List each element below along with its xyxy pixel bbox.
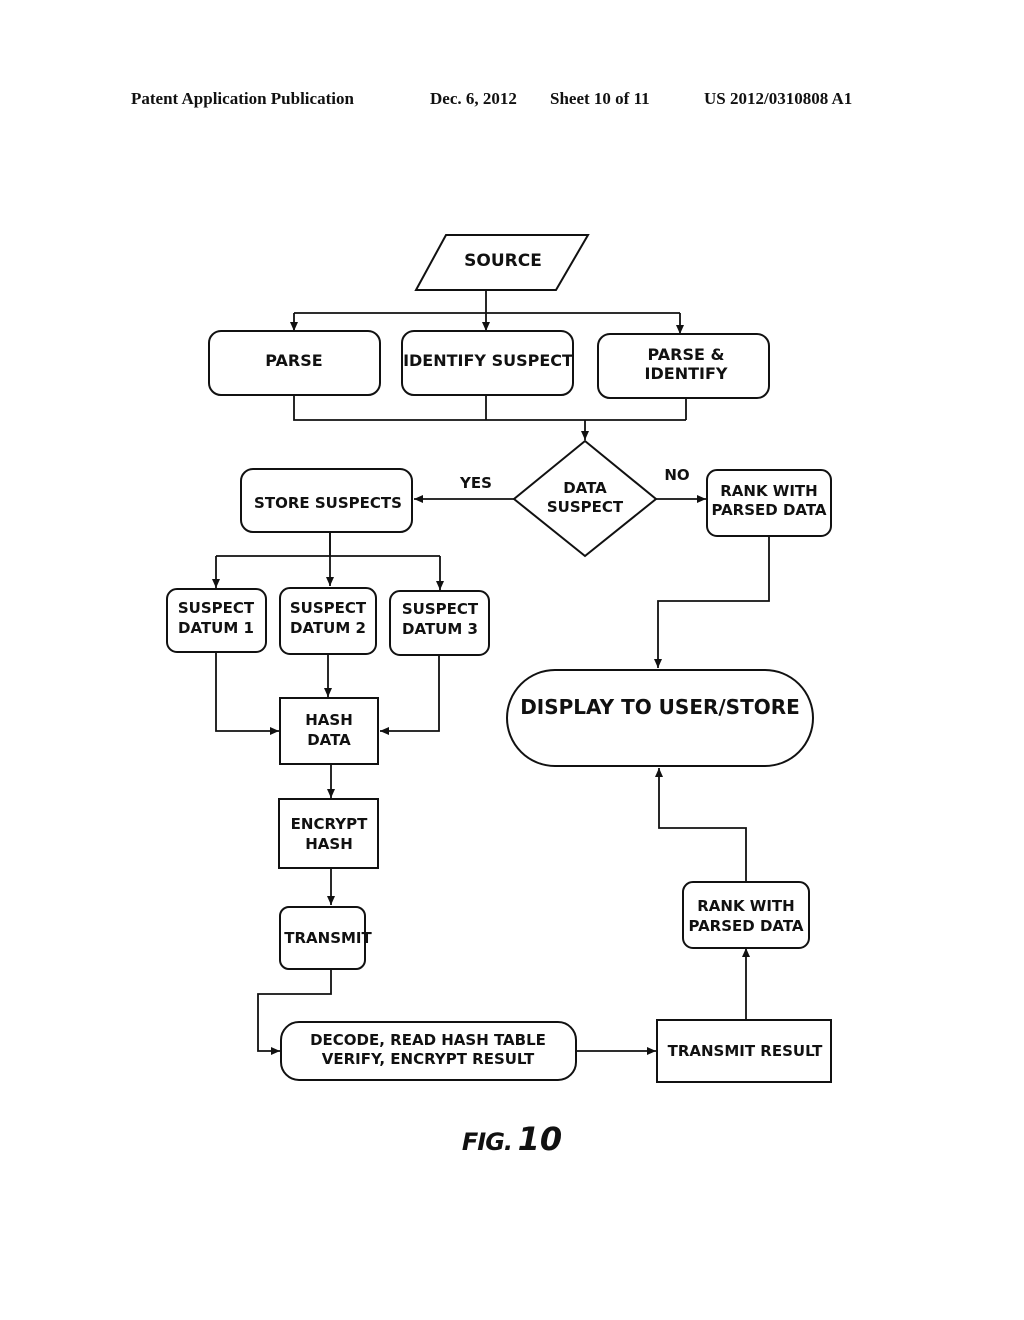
node-encrypt-hash-label-1: ENCRYPT [291,815,368,833]
node-decode-label-2: VERIFY, ENCRYPT RESULT [322,1050,535,1068]
node-rank1-label-1: RANK WITH [720,482,817,500]
node-data-suspect-label-1: DATA [563,479,607,497]
node-rank-with-parsed-data-2: RANK WITH PARSED DATA [682,881,810,949]
node-identify-suspect: IDENTIFY SUSPECT [401,330,574,396]
node-datum2-label-1: SUSPECT [290,599,367,617]
node-suspect-datum-1: SUSPECT DATUM 1 [166,588,267,653]
edge-store-split [216,532,440,557]
node-hash-data: HASH DATA [279,697,379,765]
figure-prefix: FIG. [461,1128,513,1156]
node-data-suspect-label-2: SUSPECT [547,498,624,516]
node-transmit-result-label: TRANSMIT RESULT [668,1042,824,1060]
node-encrypt-hash-label-2: HASH [305,835,353,853]
edge-label-yes: YES [459,474,492,492]
edge-datum1-hash [215,652,279,735]
node-rank1-label-2: PARSED DATA [711,501,826,519]
node-data-suspect-decision: DATA SUSPECT [512,439,658,558]
node-parse-identify-label-1: PARSE & [648,345,725,364]
node-source: SOURCE [414,234,590,291]
node-suspect-datum-2: SUSPECT DATUM 2 [279,587,377,655]
node-encrypt-hash: ENCRYPT HASH [278,798,379,869]
edge-rank-display [655,768,747,882]
node-transmit-result: TRANSMIT RESULT [656,1019,832,1083]
node-store-suspects-label: STORE SUSPECTS [254,494,402,512]
node-identify-suspect-label: IDENTIFY SUSPECT [403,351,573,370]
edge-rank1-display [654,536,770,668]
node-decode-verify: DECODE, READ HASH TABLE VERIFY, ENCRYPT … [280,1021,577,1081]
edge-source-split [294,291,680,314]
figure-caption: FIG. 10 [0,1120,1024,1158]
node-hash-data-label-1: HASH [305,711,353,729]
node-datum1-label-2: DATUM 1 [178,619,254,637]
node-source-label: SOURCE [464,251,542,271]
node-store-suspects: STORE SUSPECTS [240,468,413,533]
node-display-to-user-store: DISPLAY TO USER/STORE [506,669,814,767]
node-rank2-label-2: PARSED DATA [688,917,803,935]
node-datum1-label-1: SUSPECT [178,599,255,617]
node-datum2-label-2: DATUM 2 [290,619,366,637]
node-display-label: DISPLAY TO USER/STORE [520,695,800,719]
edge-label-no: NO [664,466,689,484]
node-parse: PARSE [208,330,381,396]
node-datum3-label-2: DATUM 3 [402,620,478,638]
figure-number: 10 [517,1120,563,1158]
node-datum3-label-1: SUSPECT [402,600,479,618]
node-hash-data-label-2: DATA [307,731,351,749]
node-suspect-datum-3: SUSPECT DATUM 3 [389,590,490,656]
node-parse-label: PARSE [265,351,322,370]
node-parse-identify-label-2: IDENTIFY [645,364,728,383]
node-parse-identify: PARSE & IDENTIFY [597,333,770,399]
node-rank2-label-1: RANK WITH [697,897,794,915]
node-transmit: TRANSMIT [279,906,373,970]
node-transmit-label: TRANSMIT [284,929,372,947]
edge-datum3-hash [380,655,440,735]
node-rank-with-parsed-data-1: RANK WITH PARSED DATA [706,469,832,537]
node-decode-label-1: DECODE, READ HASH TABLE [310,1031,546,1049]
